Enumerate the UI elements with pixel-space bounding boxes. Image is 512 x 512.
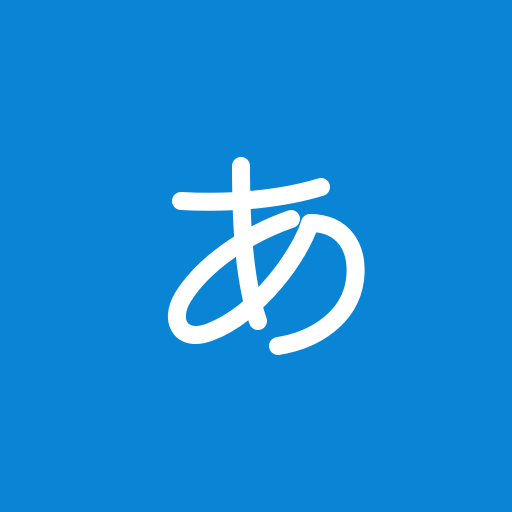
glyph-stroke-loop xyxy=(167,210,365,355)
hiragana-a-icon xyxy=(167,157,365,355)
app-icon-tile[interactable] xyxy=(0,0,512,512)
glyph-stroke-horizontal xyxy=(172,178,330,211)
